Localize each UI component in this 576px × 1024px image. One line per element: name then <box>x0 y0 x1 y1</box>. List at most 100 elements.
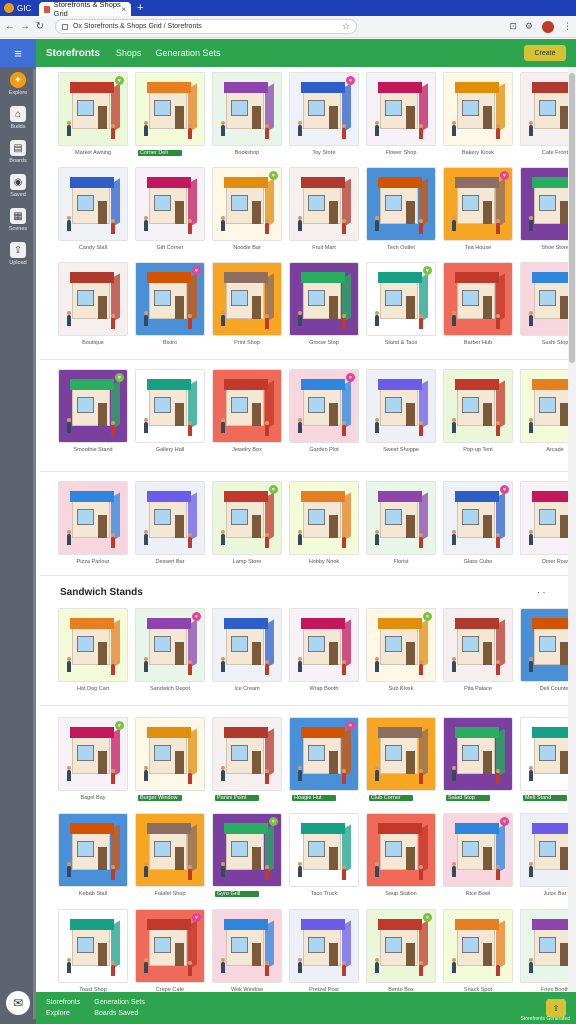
storefront-card[interactable]: Ice Cream <box>212 608 282 694</box>
storefront-card[interactable]: ♥ Sandwich Depot <box>135 608 205 694</box>
favorite-badge-icon[interactable]: ♥ <box>346 373 355 382</box>
storefront-card[interactable]: ♥ Rice Bowl <box>443 813 513 899</box>
storefront-card[interactable]: ♥ Toy Store <box>289 72 359 158</box>
storefront-thumbnail[interactable]: ♥ <box>289 72 359 146</box>
storefront-thumbnail[interactable]: ♥ <box>135 909 205 983</box>
favorite-badge-icon[interactable]: ♥ <box>192 612 201 621</box>
storefront-thumbnail[interactable] <box>212 262 282 336</box>
storefront-thumbnail[interactable] <box>212 909 282 983</box>
storefront-thumbnail[interactable] <box>443 608 513 682</box>
storefront-thumbnail[interactable] <box>520 262 568 336</box>
favorite-badge-icon[interactable]: ♥ <box>115 373 124 382</box>
storefront-thumbnail[interactable] <box>212 72 282 146</box>
footer-link[interactable]: Boards Saved <box>94 1008 145 1019</box>
storefront-thumbnail[interactable] <box>58 481 128 555</box>
storefront-thumbnail[interactable]: ♥ <box>443 481 513 555</box>
storefront-card[interactable]: Boutique <box>58 262 128 348</box>
storefront-card[interactable]: Deli Counter <box>520 608 568 694</box>
sidebar-item-explore[interactable]: ✦ Explore <box>0 67 36 101</box>
extensions-icon[interactable]: ⊡ <box>509 21 517 32</box>
storefront-thumbnail[interactable] <box>366 369 436 443</box>
storefront-card[interactable]: ♥ Melt Stand <box>520 717 568 803</box>
storefront-thumbnail[interactable] <box>443 262 513 336</box>
storefront-thumbnail[interactable] <box>212 717 282 791</box>
storefront-card[interactable]: Bookshop <box>212 72 282 158</box>
header-link-shops[interactable]: Shops <box>116 48 142 58</box>
storefront-card[interactable]: ♥ Hoagie Hut <box>289 717 359 803</box>
storefront-card[interactable]: Tech Outlet <box>366 167 436 253</box>
storefront-card[interactable]: ♥ Smoothie Stand <box>58 369 128 455</box>
storefront-thumbnail[interactable] <box>289 813 359 887</box>
storefront-thumbnail[interactable] <box>289 481 359 555</box>
storefront-thumbnail[interactable] <box>366 72 436 146</box>
storefront-card[interactable]: Jewelry Box <box>212 369 282 455</box>
storefront-thumbnail[interactable] <box>289 262 359 336</box>
storefront-thumbnail[interactable]: ♥ <box>366 262 436 336</box>
storefront-card[interactable]: ♥ Market Awning <box>58 72 128 158</box>
storefront-thumbnail[interactable]: ♥ <box>443 813 513 887</box>
storefront-thumbnail[interactable] <box>58 813 128 887</box>
storefront-card[interactable]: Florist <box>366 481 436 567</box>
storefront-thumbnail[interactable]: ♥ <box>212 813 282 887</box>
favorite-badge-icon[interactable]: ♥ <box>269 485 278 494</box>
bookmark-star-icon[interactable]: ☆ <box>342 21 350 32</box>
storefront-thumbnail[interactable]: ♥ <box>135 608 205 682</box>
storefront-card[interactable]: ♥ Tea House <box>443 167 513 253</box>
back-arrow-icon[interactable]: ← <box>4 21 16 32</box>
storefront-thumbnail[interactable]: ♥ <box>366 909 436 983</box>
storefront-card[interactable]: Wrap Booth <box>289 608 359 694</box>
storefront-thumbnail[interactable]: ♥ <box>212 481 282 555</box>
storefront-card[interactable]: Soup Station <box>366 813 436 899</box>
storefront-thumbnail[interactable] <box>443 717 513 791</box>
storefront-card[interactable]: Dessert Bar <box>135 481 205 567</box>
storefront-thumbnail[interactable] <box>58 608 128 682</box>
storefront-thumbnail[interactable] <box>58 167 128 241</box>
favorite-badge-icon[interactable]: ♥ <box>423 266 432 275</box>
favorite-badge-icon[interactable]: ♥ <box>115 76 124 85</box>
favorite-badge-icon[interactable]: ♥ <box>269 171 278 180</box>
storefront-card[interactable]: ♥ Crepe Cafe <box>135 909 205 992</box>
storefront-card[interactable]: Wok Window <box>212 909 282 992</box>
storefront-card[interactable]: Pita Palace <box>443 608 513 694</box>
settings-gear-icon[interactable]: ⚙ <box>525 21 533 32</box>
storefront-card[interactable]: Corner Deli <box>135 72 205 158</box>
storefront-thumbnail[interactable] <box>443 72 513 146</box>
storefront-card[interactable]: ♥ Bento Box <box>366 909 436 992</box>
storefront-thumbnail[interactable] <box>366 167 436 241</box>
sidebar-scrollbar[interactable] <box>33 69 36 1019</box>
storefront-card[interactable]: Candy Stall <box>58 167 128 253</box>
profile-avatar[interactable] <box>541 19 555 34</box>
favorite-badge-icon[interactable]: ♥ <box>192 913 201 922</box>
storefront-thumbnail[interactable]: ♥ <box>520 717 568 791</box>
storefront-card[interactable]: Gift Corner <box>135 167 205 253</box>
storefront-card[interactable]: Snack Spot <box>443 909 513 992</box>
storefront-thumbnail[interactable] <box>135 369 205 443</box>
create-button[interactable]: Create <box>524 45 566 61</box>
storefront-card[interactable]: Juice Bar <box>520 813 568 899</box>
storefront-card[interactable]: ♥ Bagel Bay <box>58 717 128 803</box>
storefront-thumbnail[interactable]: ♥ <box>289 369 359 443</box>
chat-icon[interactable]: ✉ <box>6 991 30 1015</box>
storefront-card[interactable]: Barber Hub <box>443 262 513 348</box>
section-more-icon[interactable]: · · <box>537 587 546 597</box>
storefront-card[interactable]: ♥ Bistro <box>135 262 205 348</box>
storefront-thumbnail[interactable] <box>366 813 436 887</box>
storefront-card[interactable]: Pizza Parlour <box>58 481 128 567</box>
storefront-thumbnail[interactable] <box>135 72 205 146</box>
storefront-thumbnail[interactable] <box>520 608 568 682</box>
favorite-badge-icon[interactable]: ♥ <box>346 721 355 730</box>
sidebar-item-builds[interactable]: ⌂ Builds <box>0 101 36 135</box>
storefront-card[interactable]: ♥ Lamp Store <box>212 481 282 567</box>
storefront-thumbnail[interactable]: ♥ <box>212 167 282 241</box>
storefront-card[interactable]: Diner Row <box>520 481 568 567</box>
storefront-thumbnail[interactable] <box>366 481 436 555</box>
storefront-thumbnail[interactable]: ♥ <box>58 72 128 146</box>
storefront-thumbnail[interactable] <box>289 909 359 983</box>
storefront-thumbnail[interactable] <box>135 481 205 555</box>
storefront-thumbnail[interactable] <box>520 167 568 241</box>
storefront-card[interactable]: Club Corner <box>366 717 436 803</box>
storefront-card[interactable]: Flower Shop <box>366 72 436 158</box>
storefront-card[interactable]: ♥ Garden Plot <box>289 369 359 455</box>
storefront-card[interactable]: Taco Truck <box>289 813 359 899</box>
storefront-thumbnail[interactable] <box>212 608 282 682</box>
